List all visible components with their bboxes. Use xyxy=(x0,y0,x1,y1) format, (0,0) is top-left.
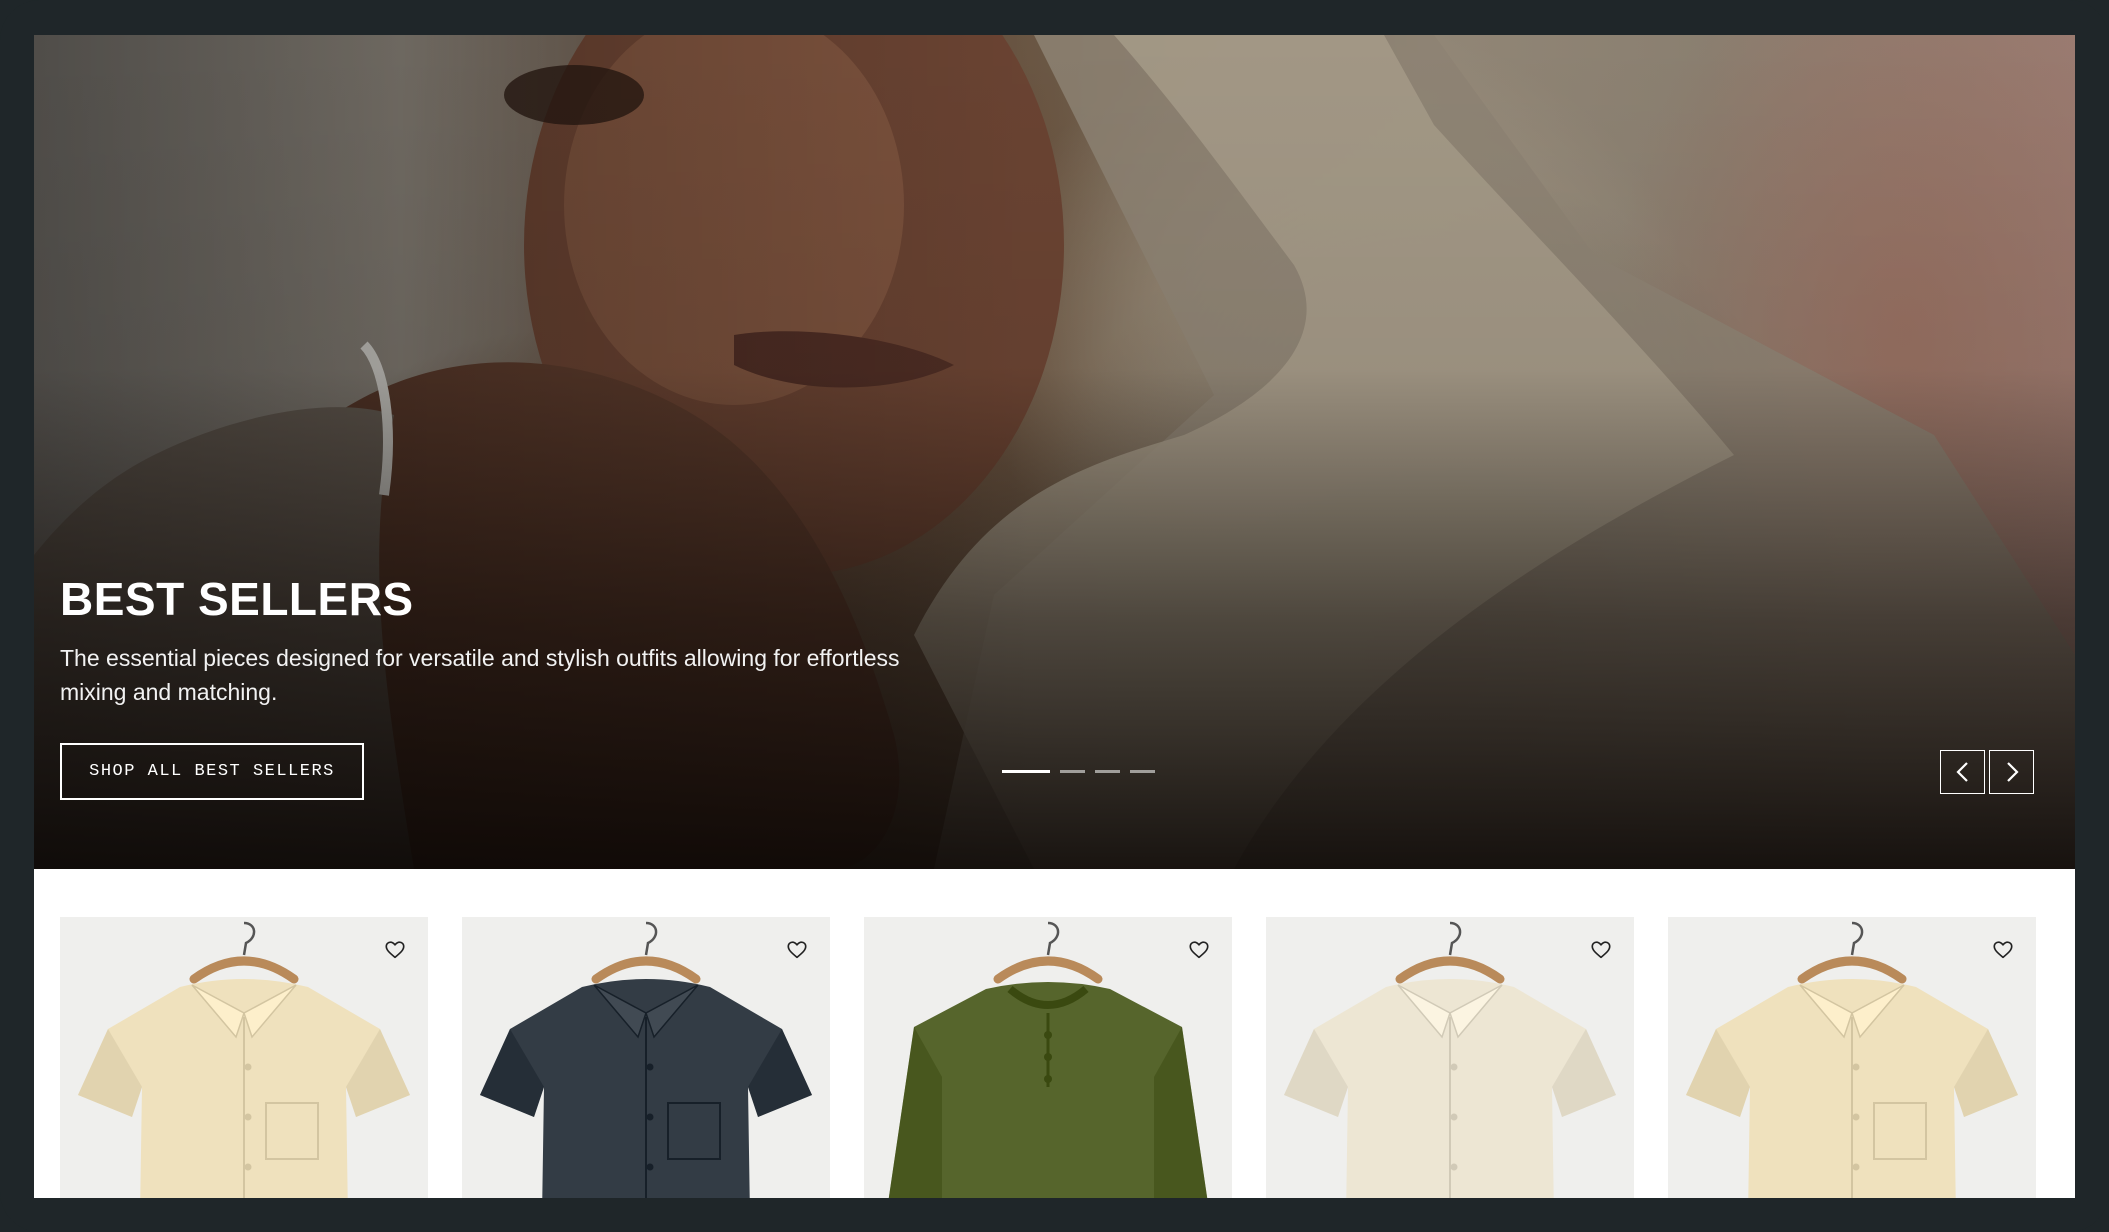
chevron-left-icon xyxy=(1955,762,1968,782)
carousel-dot-4[interactable] xyxy=(1130,770,1155,773)
product-card[interactable] xyxy=(462,917,830,1198)
product-image xyxy=(888,921,1208,1198)
product-card[interactable] xyxy=(60,917,428,1198)
product-card[interactable] xyxy=(1668,917,2036,1198)
product-image xyxy=(1284,921,1616,1198)
heart-icon[interactable] xyxy=(384,939,406,961)
heart-icon[interactable] xyxy=(786,939,808,961)
carousel-dot-3[interactable] xyxy=(1095,770,1120,773)
browser-viewport: BEST SELLERS The essential pieces design… xyxy=(34,35,2075,1198)
carousel-dot-1[interactable] xyxy=(1002,770,1050,773)
carousel-prev-button[interactable] xyxy=(1940,750,1985,794)
hero-description: The essential pieces designed for versat… xyxy=(60,645,900,705)
product-image xyxy=(480,921,812,1198)
product-image xyxy=(1686,921,2018,1198)
hero-banner: BEST SELLERS The essential pieces design… xyxy=(34,35,2075,869)
chevron-right-icon xyxy=(2006,762,2019,782)
heart-icon[interactable] xyxy=(1590,939,1612,961)
carousel-indicators xyxy=(1002,770,1155,773)
heart-icon[interactable] xyxy=(1992,939,2014,961)
carousel-dot-2[interactable] xyxy=(1060,770,1085,773)
shop-all-best-sellers-button[interactable]: SHOP ALL BEST SELLERS xyxy=(60,743,364,800)
device-frame: BEST SELLERS The essential pieces design… xyxy=(0,0,2109,1232)
product-card[interactable] xyxy=(1266,917,1634,1198)
hero-title: BEST SELLERS xyxy=(60,573,414,625)
product-card[interactable] xyxy=(864,917,1232,1198)
product-image xyxy=(78,921,410,1198)
carousel-next-button[interactable] xyxy=(1989,750,2034,794)
heart-icon[interactable] xyxy=(1188,939,1210,961)
product-grid xyxy=(60,917,2050,1198)
